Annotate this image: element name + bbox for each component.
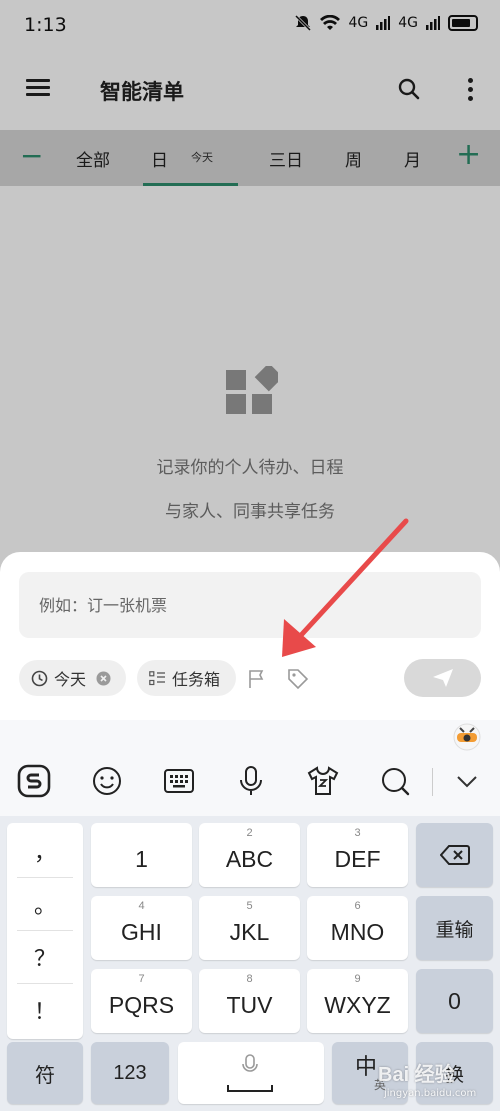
annotation-arrow bbox=[282, 518, 409, 657]
key-7-pqrs[interactable]: 7 PQRS bbox=[91, 969, 192, 1033]
clock-icon bbox=[31, 670, 48, 686]
key-5-jkl[interactable]: 5 JKL bbox=[199, 896, 300, 960]
punct-key-period[interactable]: 。 bbox=[7, 878, 83, 930]
key-9-label: WXYZ bbox=[324, 991, 391, 1018]
emoji-icon[interactable] bbox=[90, 764, 124, 798]
space-mic-icon bbox=[242, 1054, 258, 1072]
punctuation-column: ， 。 ？ ！ bbox=[7, 823, 83, 1039]
zero-key[interactable]: 0 bbox=[416, 969, 493, 1033]
key-7-label: PQRS bbox=[108, 991, 175, 1018]
key-8-tuv[interactable]: 8 TUV bbox=[199, 969, 300, 1033]
tshirt-skin-icon[interactable] bbox=[306, 764, 340, 798]
keyboard: ， 。 ？ ！ 1 2 ABC 3 DEF 4 GHI 5 JKL 6 MNO 重输 7 P… bbox=[0, 720, 500, 1111]
watermark-url: jingyan.baidu.com bbox=[384, 1088, 477, 1099]
sogou-logo-icon[interactable] bbox=[17, 764, 51, 798]
punct-key-comma[interactable]: ， bbox=[7, 825, 83, 877]
microphone-icon[interactable] bbox=[234, 764, 268, 798]
punct-key-exclaim[interactable]: ！ bbox=[7, 984, 83, 1036]
collapse-chevron-icon[interactable] bbox=[450, 764, 484, 798]
key-7-num: 7 bbox=[138, 973, 145, 985]
toolbar-divider bbox=[432, 768, 433, 796]
task-box-label: 任务箱 bbox=[172, 670, 221, 689]
mascot-icon[interactable] bbox=[452, 722, 482, 752]
watermark-brand: Bai 经验 bbox=[378, 1064, 455, 1086]
tag-icon[interactable] bbox=[286, 667, 310, 691]
key-2-num: 2 bbox=[246, 827, 253, 839]
date-chip-label: 今天 bbox=[54, 670, 87, 689]
key-8-label: TUV bbox=[226, 991, 273, 1018]
keyboard-icon[interactable] bbox=[162, 764, 196, 798]
key-3-num: 3 bbox=[354, 827, 361, 839]
key-2-label: ABC bbox=[225, 845, 274, 872]
clear-date-icon[interactable] bbox=[96, 671, 111, 686]
key-8-num: 8 bbox=[246, 973, 253, 985]
search-icon[interactable] bbox=[378, 764, 412, 798]
app-screen: 1:13 4G 4G 智能清单 − 全部 日 今天 三日 周 月 + 记录你的个… bbox=[0, 0, 500, 720]
space-bar-glyph bbox=[227, 1085, 273, 1092]
key-6-label: MNO bbox=[330, 918, 385, 945]
backspace-icon bbox=[439, 845, 470, 865]
key-6-mno[interactable]: 6 MNO bbox=[307, 896, 408, 960]
new-task-sheet: 今天 任务箱 bbox=[0, 552, 500, 720]
key-5-label: JKL bbox=[229, 918, 270, 945]
date-chip-today[interactable]: 今天 bbox=[19, 660, 126, 696]
key-9-num: 9 bbox=[354, 973, 361, 985]
symbol-key[interactable]: 符 bbox=[7, 1042, 83, 1104]
backspace-key[interactable] bbox=[416, 823, 493, 887]
key-1-label: 1 bbox=[135, 845, 148, 872]
key-6-num: 6 bbox=[354, 900, 361, 912]
key-2-abc[interactable]: 2 ABC bbox=[199, 823, 300, 887]
keyboard-toolbar bbox=[0, 720, 500, 816]
list-box-icon bbox=[149, 670, 165, 685]
key-1[interactable]: 1 bbox=[91, 823, 192, 887]
key-4-label: GHI bbox=[121, 918, 162, 945]
key-4-ghi[interactable]: 4 GHI bbox=[91, 896, 192, 960]
retype-key[interactable]: 重输 bbox=[416, 896, 493, 960]
punct-key-question[interactable]: ？ bbox=[7, 931, 83, 983]
task-box-chip[interactable]: 任务箱 bbox=[137, 660, 236, 696]
send-icon bbox=[432, 669, 453, 687]
key-5-num: 5 bbox=[246, 900, 253, 912]
num-key[interactable]: 123 bbox=[91, 1042, 169, 1104]
key-3-label: DEF bbox=[334, 845, 381, 872]
key-4-num: 4 bbox=[138, 900, 145, 912]
flag-icon[interactable] bbox=[247, 669, 267, 689]
space-bar[interactable] bbox=[178, 1042, 324, 1104]
key-3-def[interactable]: 3 DEF bbox=[307, 823, 408, 887]
key-9-wxyz[interactable]: 9 WXYZ bbox=[307, 969, 408, 1033]
send-button[interactable] bbox=[404, 659, 481, 697]
